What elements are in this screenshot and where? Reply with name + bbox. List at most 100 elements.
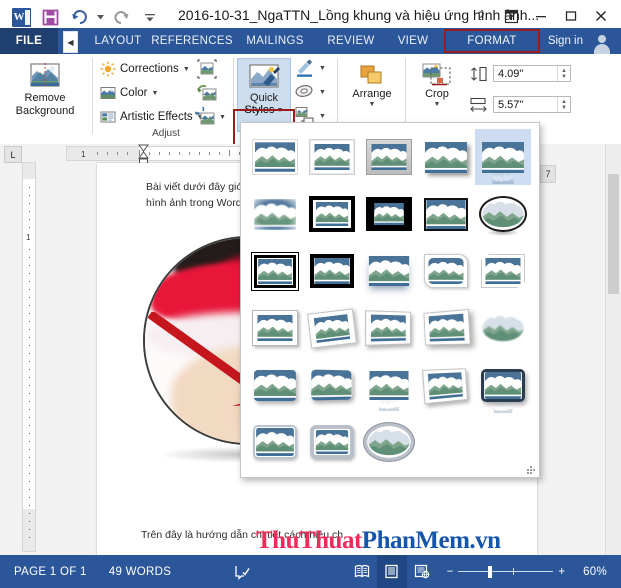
print-layout-view-button[interactable]	[376, 555, 407, 588]
gallery-item-beveled-matte-white[interactable]	[304, 129, 360, 185]
shape-height-spinner[interactable]: ▲ ▼	[557, 66, 570, 81]
gallery-item-double-frame-black[interactable]	[304, 186, 360, 242]
compress-pictures-icon	[197, 59, 217, 79]
undo-dropdown-icon[interactable]	[95, 4, 105, 30]
gallery-item-snip-diagonal-corner-white[interactable]	[475, 243, 531, 299]
gallery-item-thick-matte-black[interactable]	[361, 186, 417, 242]
gallery-item-simple-frame-black[interactable]	[418, 186, 474, 242]
arrange-dropdown-icon[interactable]: ▼	[369, 101, 376, 108]
gallery-item-rounded-diagonal-corner-white[interactable]	[418, 243, 474, 299]
quick-styles-label-line1: Quick	[249, 92, 279, 104]
tab-mailings[interactable]: MAILINGS	[239, 28, 311, 54]
vertical-scrollbar[interactable]	[605, 144, 621, 555]
tab-scroll-left-button[interactable]: ◀	[63, 31, 78, 53]
change-picture-icon	[197, 85, 217, 101]
crop-dropdown-icon[interactable]: ▼	[434, 101, 441, 108]
gallery-resize-grip[interactable]	[527, 466, 535, 474]
avatar[interactable]	[585, 28, 619, 54]
watermark-part-2: PhanMem	[361, 527, 470, 554]
change-picture-button[interactable]	[197, 83, 217, 103]
gallery-item-soft-edge-rectangle[interactable]	[247, 186, 303, 242]
color-dropdown-icon[interactable]: ▼	[151, 90, 158, 97]
gallery-item-rotated-white[interactable]	[304, 300, 360, 356]
gallery-item-perspective-shadow-white[interactable]	[361, 300, 417, 356]
redo-icon[interactable]	[108, 4, 134, 30]
gallery-item-soft-edge-oval[interactable]	[475, 300, 531, 356]
web-layout-view-button[interactable]	[407, 555, 437, 588]
gallery-item-compound-frame-black[interactable]	[247, 243, 303, 299]
vertical-ruler[interactable]: 1	[22, 162, 36, 552]
corrections-button[interactable]: Corrections ▼	[100, 61, 190, 77]
gallery-thumbnail	[367, 426, 411, 458]
spelling-and-grammar-check-icon[interactable]	[227, 555, 257, 588]
gallery-item-metal-rounded-rectangle[interactable]	[247, 414, 303, 470]
gallery-item-moderate-frame-white[interactable]	[247, 300, 303, 356]
gallery-item-relaxed-perspective-white[interactable]	[418, 300, 474, 356]
compress-pictures-button[interactable]	[197, 59, 217, 79]
gallery-item-moderate-frame-black[interactable]	[304, 243, 360, 299]
tab-layout[interactable]: LAYOUT	[88, 28, 148, 54]
close-button[interactable]	[587, 4, 615, 28]
shape-width-field[interactable]: 5.57" ▲ ▼	[493, 96, 571, 113]
picture-effects-dropdown-icon[interactable]: ▼	[319, 89, 326, 96]
gallery-thumbnail	[422, 367, 468, 404]
zoom-slider[interactable]: − +	[447, 565, 565, 578]
thumbnail-reflection	[368, 395, 410, 411]
picture-layout-dropdown-icon[interactable]: ▼	[319, 113, 326, 120]
zoom-slider-track[interactable]	[458, 565, 554, 578]
picture-effects-button[interactable]: ▼	[295, 82, 326, 102]
color-button[interactable]: Color ▼	[100, 85, 158, 101]
gallery-item-center-shadow-rectangle[interactable]	[361, 243, 417, 299]
quick-styles-dropdown-icon[interactable]: ▼	[277, 107, 284, 114]
gallery-item-metal-oval-thick[interactable]	[304, 414, 360, 470]
gallery-item-reflected-perspective-right[interactable]	[361, 357, 417, 413]
artistic-effects-button[interactable]: Artistic Effects ▼	[100, 109, 204, 125]
shape-width-spinner[interactable]: ▲ ▼	[557, 97, 570, 112]
save-icon[interactable]	[37, 4, 63, 30]
gallery-item-simple-frame-white[interactable]	[247, 129, 303, 185]
gallery-item-metal-frame[interactable]	[361, 129, 417, 185]
corrections-dropdown-icon[interactable]: ▼	[183, 66, 190, 73]
tab-stop-selector[interactable]: L	[4, 146, 22, 163]
restore-button[interactable]	[557, 4, 585, 28]
remove-background-button[interactable]: Remove Background	[4, 62, 86, 118]
customize-qat-icon[interactable]	[137, 4, 163, 30]
reset-picture-button[interactable]: ▼	[195, 107, 226, 127]
minimize-button[interactable]	[527, 4, 555, 28]
read-mode-view-button[interactable]	[347, 555, 377, 588]
ribbon-display-options-button[interactable]	[497, 4, 525, 28]
sign-in-link[interactable]: Sign in	[548, 28, 583, 54]
gallery-item-bevel-perspective[interactable]	[304, 357, 360, 413]
quick-styles-button[interactable]: Quick Styles ▼	[237, 58, 291, 132]
scrollbar-thumb[interactable]	[608, 174, 619, 294]
picture-border-icon	[297, 59, 312, 77]
gallery-item-reflected-bevel-white[interactable]	[418, 357, 474, 413]
zoom-level[interactable]: 60%	[575, 555, 621, 588]
picture-border-dropdown-icon[interactable]: ▼	[319, 65, 326, 72]
word-count[interactable]: 49 WORDS	[95, 555, 179, 588]
gallery-item-beveled-oval-black[interactable]	[475, 186, 531, 242]
undo-icon[interactable]	[66, 4, 92, 30]
shape-height-field[interactable]: 4.09" ▲ ▼	[493, 65, 571, 82]
arrange-button[interactable]: Arrange ▼	[345, 62, 399, 108]
tab-file[interactable]: FILE	[0, 28, 58, 54]
zoom-in-button[interactable]: +	[558, 566, 565, 578]
remove-background-icon	[30, 63, 60, 87]
gallery-item-drop-shadow-rectangle[interactable]	[418, 129, 474, 185]
gallery-item-metal-oval[interactable]	[361, 414, 417, 470]
zoom-slider-knob[interactable]	[488, 566, 493, 578]
tab-references[interactable]: REFERENCES	[150, 28, 234, 54]
page-indicator[interactable]: PAGE 1 OF 1	[0, 555, 95, 588]
gallery-item-reflected-rounded-rectangle[interactable]	[475, 129, 531, 185]
zoom-out-button[interactable]: −	[447, 566, 454, 578]
picture-quick-styles-gallery[interactable]	[240, 122, 540, 478]
corrections-label: Corrections	[120, 63, 179, 75]
help-button[interactable]: ?	[467, 4, 495, 28]
reset-picture-dropdown-icon[interactable]: ▼	[219, 114, 226, 121]
gallery-item-bevel-rectangle[interactable]	[247, 357, 303, 413]
gallery-item-reflected-bevel-black[interactable]	[475, 357, 531, 413]
tab-view[interactable]: VIEW	[389, 28, 437, 54]
tab-review[interactable]: REVIEW	[320, 28, 382, 54]
picture-border-button[interactable]: ▼	[295, 58, 326, 78]
crop-button[interactable]: Crop ▼	[413, 62, 461, 108]
